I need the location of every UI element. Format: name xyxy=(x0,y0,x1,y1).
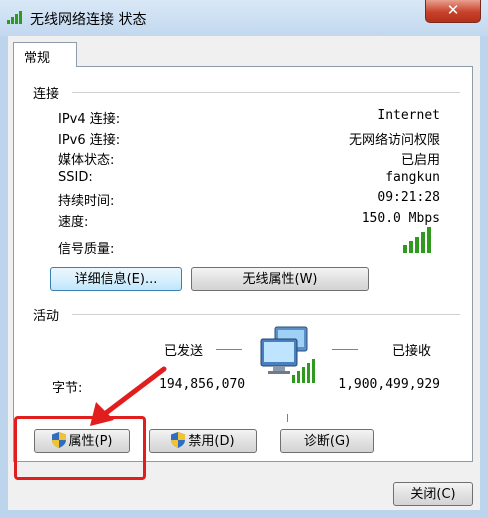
speed-value: 150.0 Mbps xyxy=(361,211,440,226)
wireless-properties-button[interactable]: 无线属性(W) xyxy=(191,267,369,291)
ipv6-value: 无网络访问权限 xyxy=(348,133,440,148)
network-computers-icon xyxy=(260,326,315,383)
speed-label: 速度: xyxy=(58,215,89,230)
bytes-label: 字节: xyxy=(52,381,83,396)
media-state-value: 已启用 xyxy=(400,153,440,168)
media-state-label: 媒体状态: xyxy=(58,153,115,168)
duration-label: 持续时间: xyxy=(58,194,115,209)
ssid-label: SSID: xyxy=(58,170,93,185)
title-bar: 无线网络连接 状态 ✕ xyxy=(0,0,488,36)
disable-button[interactable]: 禁用(D) xyxy=(149,429,257,453)
ipv4-value: Internet xyxy=(377,108,440,123)
details-button[interactable]: 详细信息(E)... xyxy=(50,267,182,291)
tab-panel: 连接 IPv4 连接: Internet IPv6 连接: 无网络访问权限 媒体… xyxy=(13,66,473,462)
ssid-value: fangkun xyxy=(385,170,440,185)
bytes-sent-value: 194,856,070 xyxy=(159,377,246,392)
annotation-arrow xyxy=(90,366,167,426)
close-button[interactable]: 关闭(C) xyxy=(393,482,473,506)
received-line xyxy=(332,349,358,350)
uac-shield-icon xyxy=(171,432,186,448)
ipv6-label: IPv6 连接: xyxy=(58,133,121,148)
ipv4-label: IPv4 连接: xyxy=(58,112,121,127)
signal-strength-icon xyxy=(403,227,431,253)
window-close-button[interactable]: ✕ xyxy=(425,0,481,23)
connection-divider xyxy=(72,92,460,93)
sent-label: 已发送 xyxy=(164,344,204,359)
connection-heading: 连接 xyxy=(33,87,60,102)
bytes-received-value: 1,900,499,929 xyxy=(338,377,440,392)
diagnose-button[interactable]: 诊断(G) xyxy=(280,429,374,453)
sent-line xyxy=(216,349,242,350)
disable-button-label: 禁用(D) xyxy=(188,434,235,449)
tab-general[interactable]: 常规 xyxy=(13,42,77,67)
window-title: 无线网络连接 状态 xyxy=(30,12,147,28)
signal-quality-label: 信号质量: xyxy=(58,242,115,257)
activity-divider xyxy=(72,314,460,315)
wireless-signal-icon xyxy=(7,11,22,24)
activity-heading: 活动 xyxy=(33,309,60,324)
tab-general-label: 常规 xyxy=(24,51,51,66)
activity-tick xyxy=(287,414,288,422)
close-icon: ✕ xyxy=(446,1,460,19)
received-label: 已接收 xyxy=(392,344,432,359)
duration-value: 09:21:28 xyxy=(377,190,440,205)
